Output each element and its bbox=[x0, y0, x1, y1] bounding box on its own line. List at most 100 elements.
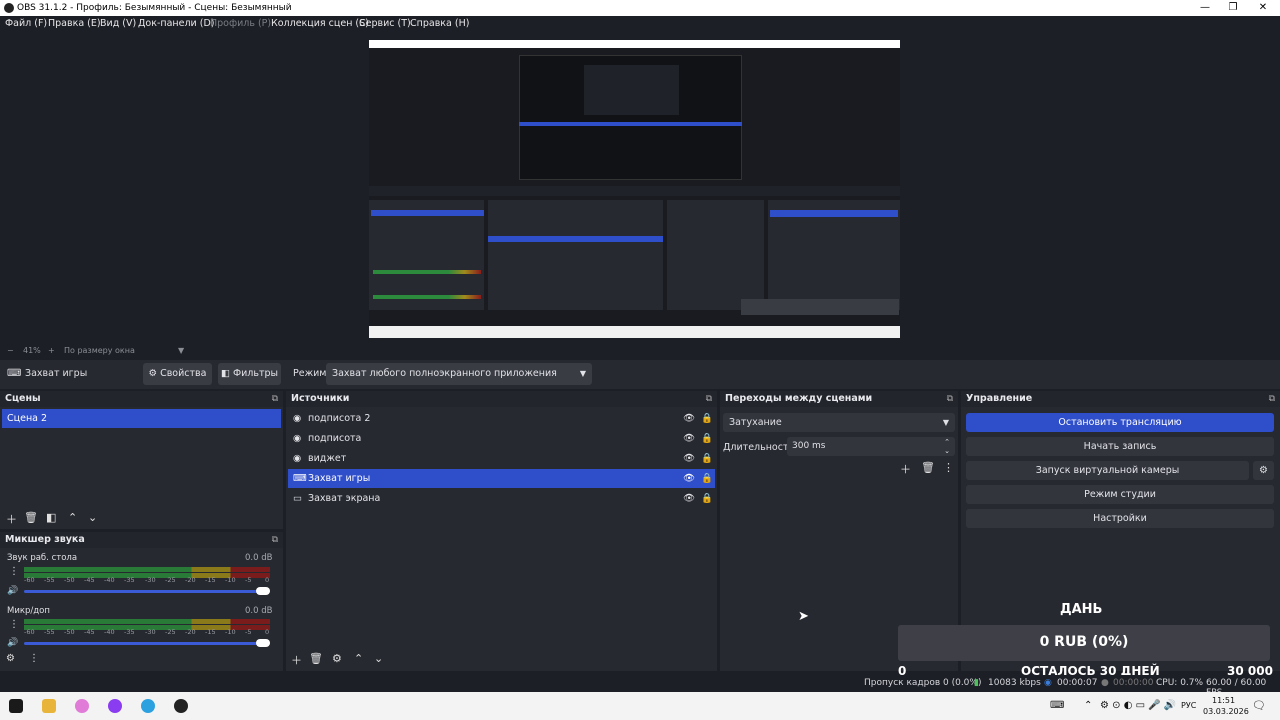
settings-button[interactable]: Настройки bbox=[966, 509, 1274, 528]
taskbar: ⌨ ⌃ ⚙ ⊙ ◐ ▭ 🎤 🔊 РУС 11:51 03.03.2026 🗨 bbox=[0, 692, 1280, 720]
file-explorer-icon[interactable] bbox=[42, 699, 56, 713]
telegram-icon[interactable] bbox=[141, 699, 155, 713]
slider-handle[interactable] bbox=[256, 587, 270, 595]
windows-start-icon[interactable] bbox=[9, 699, 23, 713]
studio-mode-button[interactable]: Режим студии bbox=[966, 485, 1274, 504]
browser-icon: ◉ bbox=[293, 453, 302, 464]
undock-icon[interactable]: ⧉ bbox=[272, 532, 278, 548]
chevron-down-icon[interactable]: ⌄ bbox=[944, 442, 950, 461]
speaker-icon[interactable]: 🔊 bbox=[7, 638, 18, 648]
scene-item[interactable]: Сцена 2 bbox=[2, 409, 281, 428]
undock-icon[interactable]: ⧉ bbox=[272, 391, 278, 407]
slider-handle[interactable] bbox=[256, 639, 270, 647]
trash-icon[interactable]: 🗑 bbox=[921, 461, 935, 474]
eye-icon[interactable]: 👁 bbox=[683, 469, 695, 488]
arrow-up-icon[interactable]: ⌃ bbox=[354, 652, 363, 665]
language-indicator[interactable]: РУС bbox=[1181, 701, 1196, 710]
lock-icon[interactable]: 🔒 bbox=[701, 469, 713, 488]
clock-time[interactable]: 11:51 bbox=[1212, 696, 1235, 705]
arrow-down-icon[interactable]: ⌄ bbox=[88, 511, 97, 524]
source-item[interactable]: ◉ подписота 👁 🔒 bbox=[288, 429, 715, 448]
chevron-down-icon[interactable]: ▼ bbox=[178, 346, 184, 355]
stop-stream-button[interactable]: Остановить трансляцию bbox=[966, 413, 1274, 432]
monitor-icon: ▭ bbox=[293, 493, 302, 504]
trash-icon[interactable]: 🗑 bbox=[309, 652, 323, 665]
browser-icon: ◉ bbox=[293, 413, 302, 424]
more-icon[interactable]: ⋮ bbox=[29, 653, 39, 664]
gear-icon[interactable]: ⚙ bbox=[6, 653, 15, 664]
properties-button[interactable]: ⚙ Свойства bbox=[143, 363, 212, 385]
channel-name: Звук раб. стола bbox=[7, 553, 78, 563]
duration-label: Длительность bbox=[723, 442, 795, 453]
zoom-in-button[interactable]: + bbox=[48, 346, 55, 355]
program-preview[interactable] bbox=[369, 40, 900, 338]
chevron-up-icon[interactable]: ⌃ bbox=[1084, 700, 1092, 711]
filters-button[interactable]: ◧ Фильтры bbox=[218, 363, 281, 385]
lock-icon[interactable]: 🔒 bbox=[701, 449, 713, 468]
gear-icon[interactable]: ⚙ bbox=[1253, 461, 1274, 480]
chevron-down-icon: ▼ bbox=[942, 418, 949, 427]
eye-icon[interactable]: 👁 bbox=[683, 409, 695, 428]
lock-icon[interactable]: 🔒 bbox=[701, 429, 713, 448]
speaker-icon[interactable]: 🔊 bbox=[7, 586, 18, 596]
trash-icon[interactable]: 🗑 bbox=[24, 511, 38, 524]
minimize-button[interactable]: — bbox=[1190, 0, 1220, 16]
source-item[interactable]: ▭ Захват экрана 👁 🔒 bbox=[288, 489, 715, 508]
zoom-out-button[interactable]: − bbox=[7, 346, 14, 355]
tray-icons[interactable]: ⚙ ⊙ ◐ ▭ 🎤 🔊 bbox=[1100, 700, 1176, 711]
add-icon[interactable]: ＋ bbox=[291, 652, 302, 668]
gear-icon[interactable]: ⚙ bbox=[332, 652, 342, 665]
maximize-button[interactable]: ❐ bbox=[1218, 0, 1248, 16]
obs-logo-icon bbox=[4, 3, 14, 13]
obs-taskbar-icon[interactable] bbox=[174, 699, 188, 713]
mode-select[interactable]: Захват любого полноэкранного приложения ▼ bbox=[326, 363, 592, 385]
sources-title: Источники ⧉ bbox=[286, 391, 717, 407]
menu-docks[interactable]: Док-панели (D) bbox=[138, 18, 214, 29]
donation-progress-bar: 0 RUB (0%) bbox=[898, 625, 1270, 661]
undock-icon[interactable]: ⧉ bbox=[706, 391, 712, 407]
virtual-camera-button[interactable]: Запуск виртуальной камеры bbox=[966, 461, 1249, 480]
menu-file[interactable]: Файл (F) bbox=[5, 18, 47, 29]
more-icon[interactable]: ⋮ bbox=[943, 461, 954, 474]
menu-scene-collection[interactable]: Коллекция сцен (S) bbox=[271, 18, 369, 29]
lock-icon[interactable]: 🔒 bbox=[701, 409, 713, 428]
mixer-dock: Микшер звука ⧉ Звук раб. стола 0.0 dB ⋮ -… bbox=[0, 532, 283, 671]
add-icon[interactable]: ＋ bbox=[6, 511, 17, 527]
zoom-fit-select[interactable]: По размеру окна bbox=[64, 346, 135, 355]
source-item[interactable]: ◉ подписота 2 👁 🔒 bbox=[288, 409, 715, 428]
notification-icon[interactable]: 🗨 bbox=[1252, 699, 1266, 712]
eye-icon[interactable]: 👁 bbox=[683, 429, 695, 448]
close-button[interactable]: ✕ bbox=[1248, 0, 1278, 16]
clock-date[interactable]: 03.03.2026 bbox=[1203, 707, 1249, 716]
viber-icon[interactable] bbox=[108, 699, 122, 713]
duration-spinbox[interactable]: 300 ms ⌃ ⌄ bbox=[787, 437, 955, 456]
scenes-dock: Сцены ⧉ Сцена 2 ＋ 🗑 ◧ ⌃ ⌄ bbox=[0, 391, 283, 529]
lock-icon[interactable]: 🔒 bbox=[701, 489, 713, 508]
arrow-down-icon[interactable]: ⌄ bbox=[374, 652, 383, 665]
filter-icon[interactable]: ◧ bbox=[46, 511, 56, 524]
source-item[interactable]: ⌨ Захват игры 👁 🔒 bbox=[288, 469, 715, 488]
menu-tools[interactable]: Сервис (T) bbox=[359, 18, 411, 29]
menu-edit[interactable]: Правка (E) bbox=[48, 18, 101, 29]
start-record-button[interactable]: Начать запись bbox=[966, 437, 1274, 456]
menu-help[interactable]: Справка (H) bbox=[410, 18, 469, 29]
eye-icon[interactable]: 👁 bbox=[683, 489, 695, 508]
more-icon[interactable]: ⋮ bbox=[9, 619, 19, 630]
more-icon[interactable]: ⋮ bbox=[9, 566, 19, 577]
source-item[interactable]: ◉ виджет 👁 🔒 bbox=[288, 449, 715, 468]
arrow-up-icon[interactable]: ⌃ bbox=[68, 511, 77, 524]
volume-slider[interactable] bbox=[24, 642, 270, 645]
record-time: 00:00:00 bbox=[1113, 678, 1154, 688]
scenes-title: Сцены ⧉ bbox=[0, 391, 283, 407]
menu-profile[interactable]: Профиль (P) bbox=[210, 18, 271, 29]
selected-source-name: Захват игры bbox=[25, 368, 88, 379]
undock-icon[interactable]: ⧉ bbox=[1269, 391, 1275, 407]
volume-slider[interactable] bbox=[24, 590, 270, 593]
menu-view[interactable]: Вид (V) bbox=[100, 18, 136, 29]
add-icon[interactable]: ＋ bbox=[900, 461, 911, 477]
undock-icon[interactable]: ⧉ bbox=[947, 391, 953, 407]
browser-icon[interactable] bbox=[75, 699, 89, 713]
transition-select[interactable]: Затухание ▼ bbox=[723, 413, 955, 432]
eye-icon[interactable]: 👁 bbox=[683, 449, 695, 468]
keyboard-icon[interactable]: ⌨ bbox=[1050, 700, 1064, 711]
